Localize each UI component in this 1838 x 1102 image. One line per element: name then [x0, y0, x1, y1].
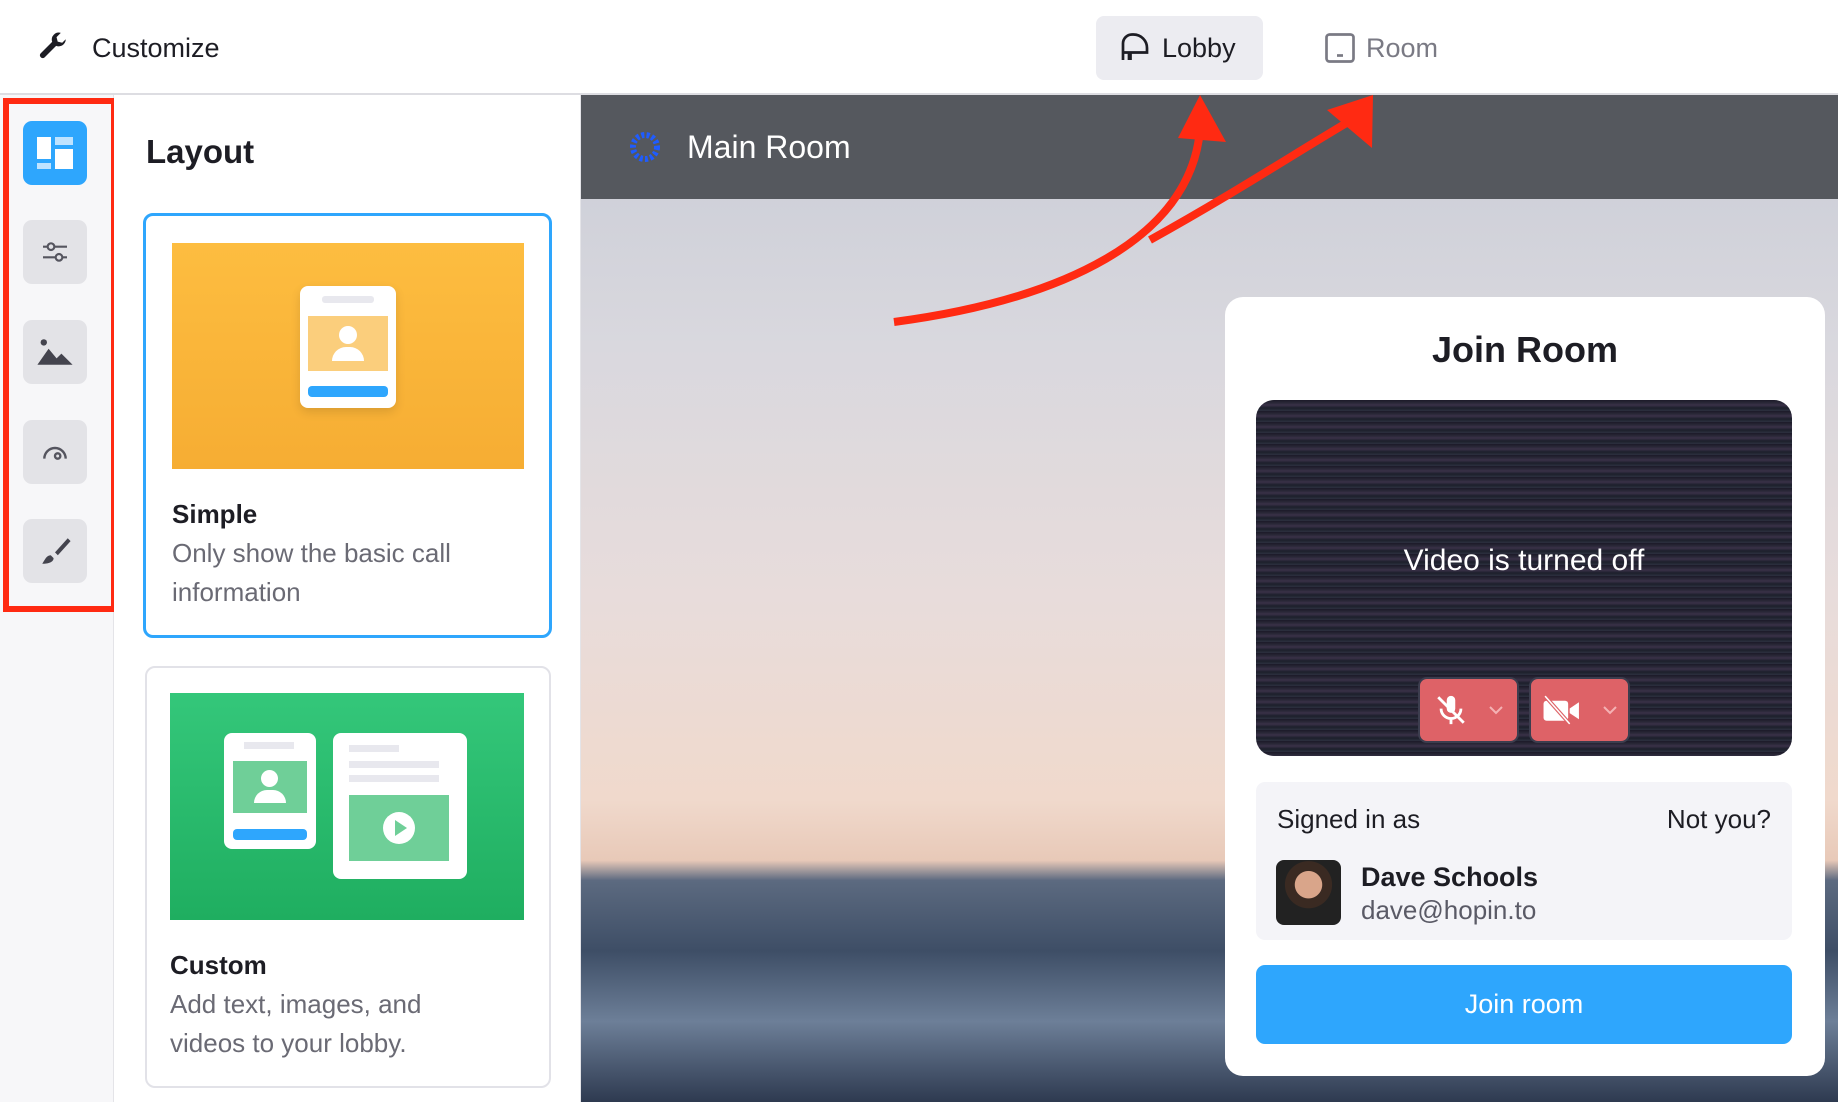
- join-room-button[interactable]: Join room: [1256, 965, 1792, 1044]
- panel-title: Layout: [146, 133, 255, 170]
- camera-off-icon: [1543, 694, 1579, 726]
- hopin-logo-icon: [630, 132, 660, 162]
- room-name: Main Room: [687, 129, 851, 165]
- room-icon: [1325, 33, 1355, 63]
- card-title: Custom: [170, 950, 267, 980]
- room-header: Main Room: [581, 95, 1838, 199]
- tab-lobby[interactable]: Lobby: [1096, 16, 1263, 80]
- signed-in-label: Signed in as: [1277, 804, 1421, 834]
- video-status: Video is turned off: [1403, 544, 1645, 577]
- card-title: Simple: [172, 499, 258, 529]
- chevron-down-icon[interactable]: [1488, 705, 1504, 715]
- mic-toggle-button[interactable]: [1418, 677, 1519, 743]
- layout-card-custom[interactable]: Custom Add text, images, and videos to yo…: [145, 666, 551, 1088]
- layout-card-simple[interactable]: Simple Only show the basic call informati…: [143, 213, 552, 638]
- person-icon: [308, 316, 388, 371]
- lobby-icon: [1121, 33, 1149, 60]
- annotation-highlight-box: [3, 98, 117, 612]
- custom-layout-illustration: [170, 693, 524, 920]
- page-title: Customize: [92, 33, 220, 63]
- simple-layout-illustration: [172, 243, 524, 469]
- join-title: Join Room: [1432, 329, 1618, 370]
- wrench-icon: [39, 32, 66, 59]
- play-icon: [349, 795, 449, 861]
- avatar: [1276, 860, 1341, 925]
- tab-label: Lobby: [1162, 32, 1236, 63]
- person-icon: [233, 761, 307, 813]
- chevron-down-icon[interactable]: [1602, 705, 1618, 715]
- tab-label: Room: [1366, 32, 1439, 63]
- user-email: dave@hopin.to: [1361, 895, 1537, 925]
- tab-room[interactable]: Room: [1302, 16, 1458, 80]
- top-bar: Customize Lobby Room: [0, 0, 1838, 95]
- camera-toggle-button[interactable]: [1529, 677, 1630, 743]
- not-you-link[interactable]: Not you?: [1667, 804, 1771, 835]
- user-name: Dave Schools: [1361, 862, 1539, 892]
- mic-off-icon: [1436, 695, 1465, 725]
- card-description: Only show the basic call information: [172, 538, 451, 607]
- video-preview: Video is turned off: [1256, 400, 1792, 756]
- card-description: Add text, images, and videos to your lobb…: [170, 989, 422, 1058]
- signed-in-box: Signed in as Not you? Dave Schools dave@…: [1256, 782, 1792, 940]
